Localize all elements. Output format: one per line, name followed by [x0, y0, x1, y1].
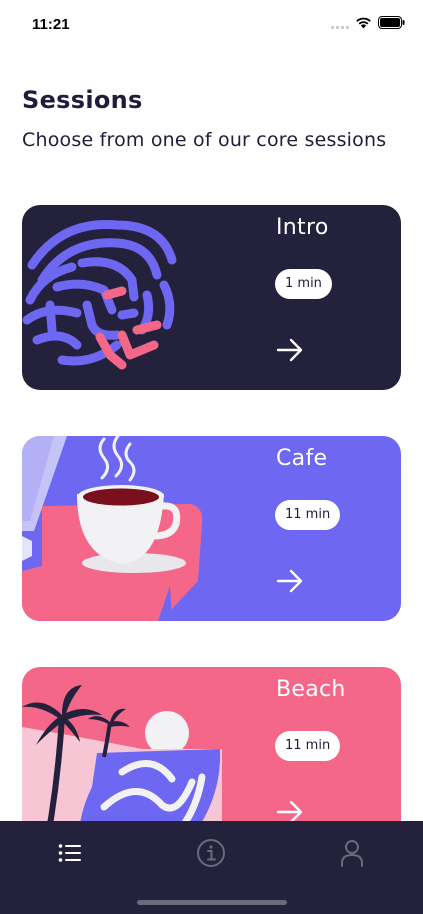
- wifi-icon: [356, 17, 371, 29]
- tab-sessions[interactable]: [50, 833, 90, 873]
- status-bar: 11:21: [0, 0, 423, 50]
- profile-icon: [341, 840, 363, 867]
- status-icons: [331, 16, 405, 29]
- tab-info[interactable]: [191, 833, 231, 873]
- session-title: Intro: [276, 215, 329, 240]
- info-icon: [197, 839, 225, 867]
- status-time: 11:21: [32, 16, 70, 33]
- session-title: Cafe: [276, 446, 328, 471]
- coffee-cup-illustration: [22, 436, 203, 621]
- tab-profile[interactable]: [332, 833, 372, 873]
- page-title: Sessions: [22, 86, 143, 114]
- session-card-cafe[interactable]: Cafe 11 min: [22, 436, 401, 621]
- signal-icon: [331, 17, 349, 29]
- duration-badge: 11 min: [275, 731, 341, 761]
- list-icon: [58, 844, 81, 862]
- arrow-right-icon[interactable]: [276, 337, 304, 363]
- battery-icon: [378, 16, 405, 29]
- duration-badge: 11 min: [275, 500, 341, 530]
- session-card-intro[interactable]: Intro 1 min: [22, 205, 401, 390]
- duration-badge: 1 min: [275, 269, 332, 299]
- arrow-right-icon[interactable]: [276, 568, 304, 594]
- home-indicator: [137, 900, 287, 905]
- brain-illustration: [22, 220, 177, 370]
- session-title: Beach: [276, 677, 346, 702]
- page-subtitle: Choose from one of our core sessions: [22, 129, 387, 151]
